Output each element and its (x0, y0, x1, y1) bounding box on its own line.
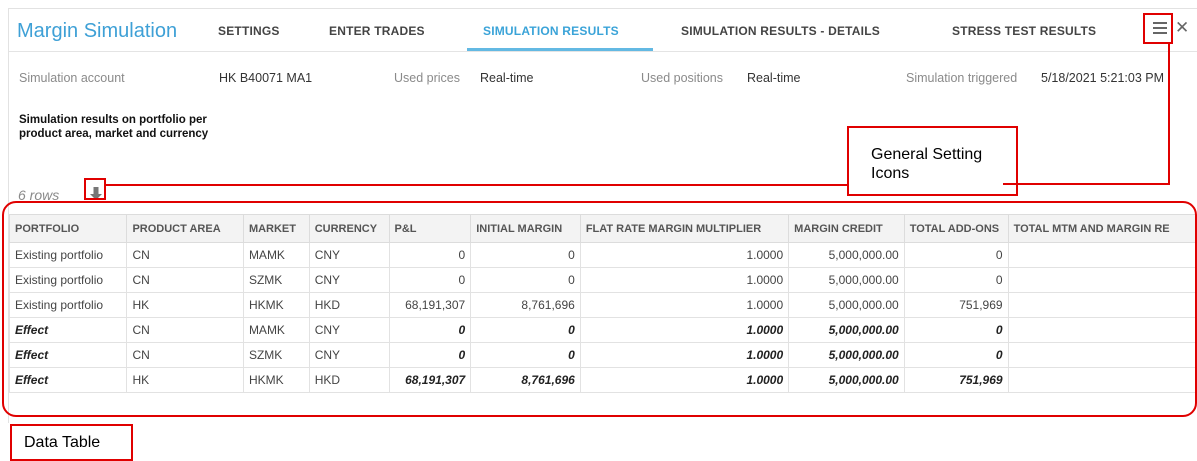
tab-settings[interactable]: SETTINGS (218, 24, 280, 38)
active-tab-indicator (467, 48, 653, 51)
tab-enter-trades[interactable]: ENTER TRADES (329, 24, 425, 38)
annotation-connector-right (1003, 183, 1170, 185)
simulation-triggered-label: Simulation triggered (906, 71, 1018, 85)
used-prices-label: Used prices (394, 71, 460, 85)
used-prices-value: Real-time (480, 71, 534, 85)
tab-simulation-results[interactable]: SIMULATION RESULTS (483, 24, 619, 38)
annotation-header-icons-box (1143, 13, 1173, 44)
used-positions-value: Real-time (747, 71, 801, 85)
annotation-data-table-label: Data Table (24, 433, 101, 452)
tab-stress-test-results[interactable]: STRESS TEST RESULTS (952, 24, 1096, 38)
annotation-download-box (84, 178, 106, 200)
results-heading: Simulation results on portfolio per prod… (19, 114, 209, 140)
simulation-triggered-value: 5/18/2021 5:21:03 PM (1041, 71, 1165, 85)
annotation-general-settings-label: General Setting Icons (871, 145, 991, 183)
close-icon[interactable]: ✕ (1175, 19, 1189, 37)
annotation-data-table-outline (2, 201, 1197, 417)
annotation-connector-vertical (1168, 44, 1170, 185)
header-bar: Margin Simulation SETTINGS ENTER TRADES … (9, 9, 1197, 52)
simulation-account-label: Simulation account (19, 71, 125, 85)
simulation-account-value: HK B40071 MA1 (219, 71, 313, 85)
annotation-connector-left (104, 184, 847, 186)
app-title: Margin Simulation (17, 20, 178, 42)
used-positions-label: Used positions (641, 71, 723, 85)
tab-simulation-results-details[interactable]: SIMULATION RESULTS - DETAILS (681, 24, 880, 38)
